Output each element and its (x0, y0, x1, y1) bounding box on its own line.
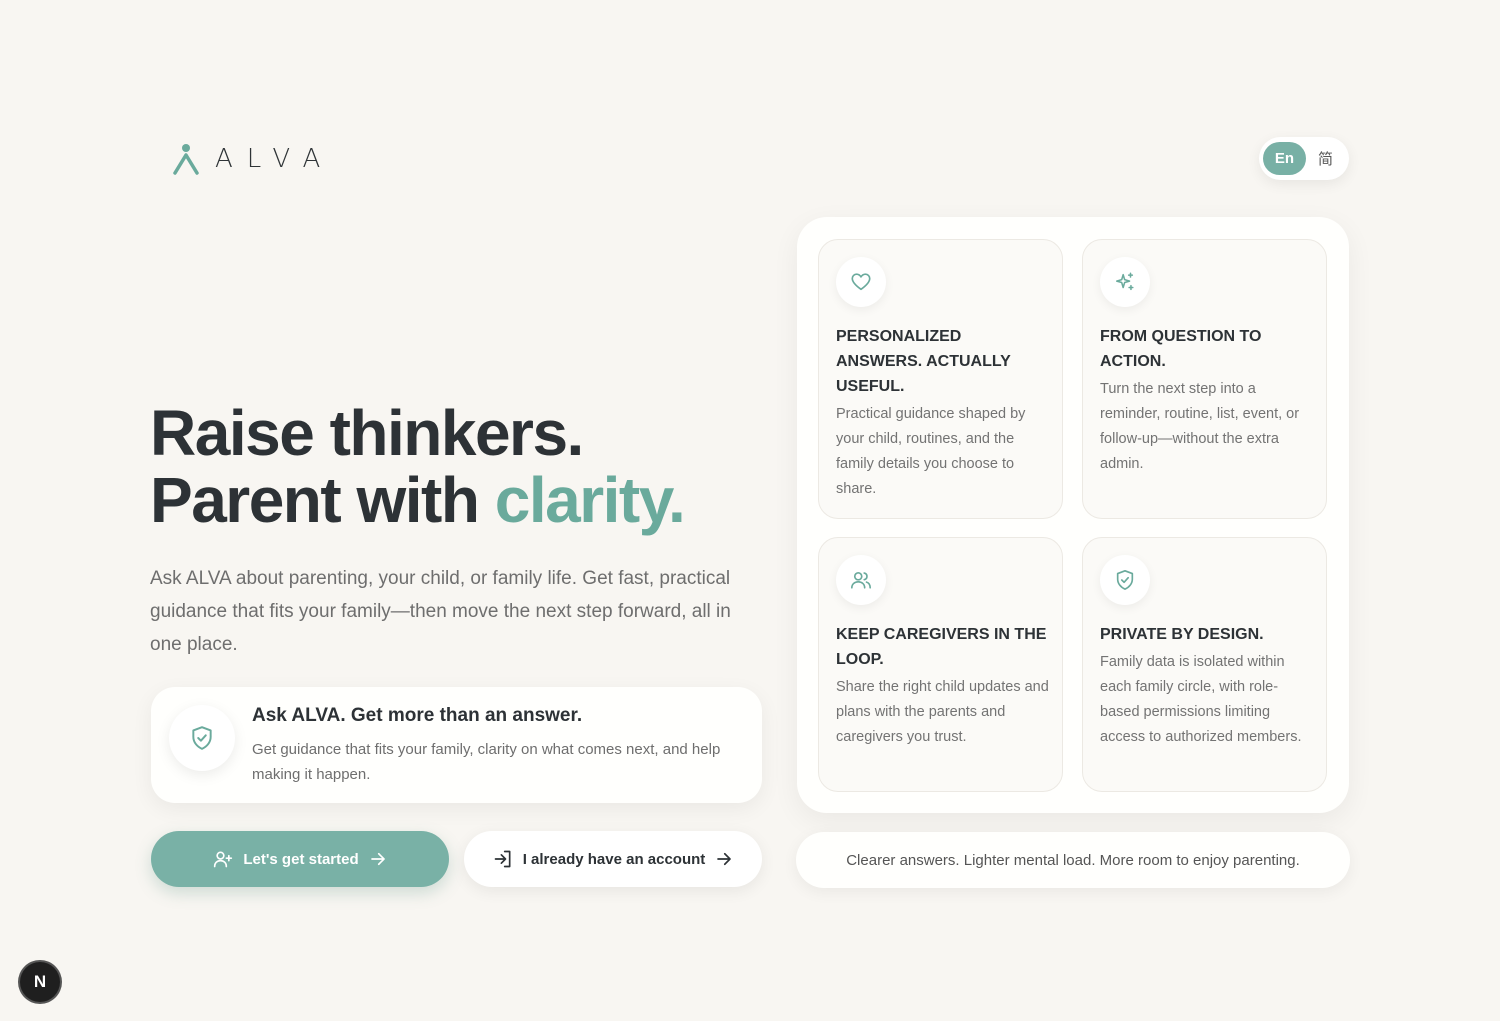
shield-check-icon (1116, 570, 1134, 590)
tagline-banner: Clearer answers. Lighter mental load. Mo… (796, 832, 1350, 888)
ask-card-icon-wrap (169, 705, 235, 771)
ask-card-subtitle: Get guidance that fits your family, clar… (252, 741, 721, 783)
get-started-label: Let's get started (243, 850, 359, 868)
login-button[interactable]: I already have an account (464, 831, 762, 887)
feature-title: PRIVATE BY DESIGN. (1100, 626, 1264, 643)
sparkles-icon (1115, 272, 1134, 291)
hero-heading: Raise thinkers. Parent with clarity. (150, 400, 790, 534)
ask-card-title: Ask ALVA. Get more than an answer. (252, 705, 583, 726)
lang-option-zh[interactable]: 简 (1318, 148, 1333, 169)
shield-check-icon (192, 726, 212, 750)
feature-icon-wrap (836, 257, 886, 307)
arrow-right-icon (370, 852, 385, 866)
alva-logo-icon (173, 144, 199, 175)
hero-description: Ask ALVA about parenting, your child, or… (150, 568, 731, 655)
hero-line-1: Raise thinkers. (150, 397, 584, 469)
arrow-right-icon (717, 852, 732, 866)
dev-tools-badge[interactable]: N (20, 962, 60, 1002)
feature-title: FROM QUESTION TO ACTION. (1100, 328, 1262, 370)
lang-option-en[interactable]: En (1263, 142, 1306, 175)
feature-title: KEEP CAREGIVERS IN THE LOOP. (836, 626, 1047, 668)
heart-icon (851, 273, 871, 291)
feature-body: Practical guidance shaped by your child,… (836, 406, 1026, 497)
feature-icon-wrap (1100, 257, 1150, 307)
feature-card-action: FROM QUESTION TO ACTION. Turn the next s… (1082, 239, 1327, 519)
feature-card-private: PRIVATE BY DESIGN. Family data is isolat… (1082, 537, 1327, 792)
brand-logo[interactable]: ALVA (173, 143, 334, 175)
feature-body: Turn the next step into a reminder, rout… (1100, 381, 1300, 472)
users-icon (851, 572, 871, 589)
user-plus-icon (214, 851, 233, 868)
hero-line-2-accent: clarity. (494, 464, 686, 536)
features-panel: PERSONALIZED ANSWERS. ACTUALLY USEFUL. P… (797, 217, 1349, 813)
ask-alva-card: Ask ALVA. Get more than an answer. Get g… (151, 687, 762, 803)
login-label: I already have an account (522, 850, 706, 868)
brand-name: ALVA (215, 144, 335, 174)
language-toggle[interactable]: En 简 (1259, 137, 1349, 180)
feature-icon-wrap (1100, 555, 1150, 605)
get-started-button[interactable]: Let's get started (151, 831, 449, 887)
feature-icon-wrap (836, 555, 886, 605)
hero-heading-block: Raise thinkers. Parent with clarity. (150, 400, 790, 534)
feature-title: PERSONALIZED ANSWERS. ACTUALLY USEFUL. (836, 328, 1011, 395)
feature-card-personalized: PERSONALIZED ANSWERS. ACTUALLY USEFUL. P… (818, 239, 1063, 519)
hero-line-2-prefix: Parent with (150, 464, 480, 536)
feature-body: Share the right child updates and plans … (836, 679, 1049, 745)
feature-card-caregivers: KEEP CAREGIVERS IN THE LOOP. Share the r… (818, 537, 1063, 792)
feature-body: Family data is isolated within each fami… (1100, 654, 1302, 745)
log-in-icon (494, 850, 511, 868)
